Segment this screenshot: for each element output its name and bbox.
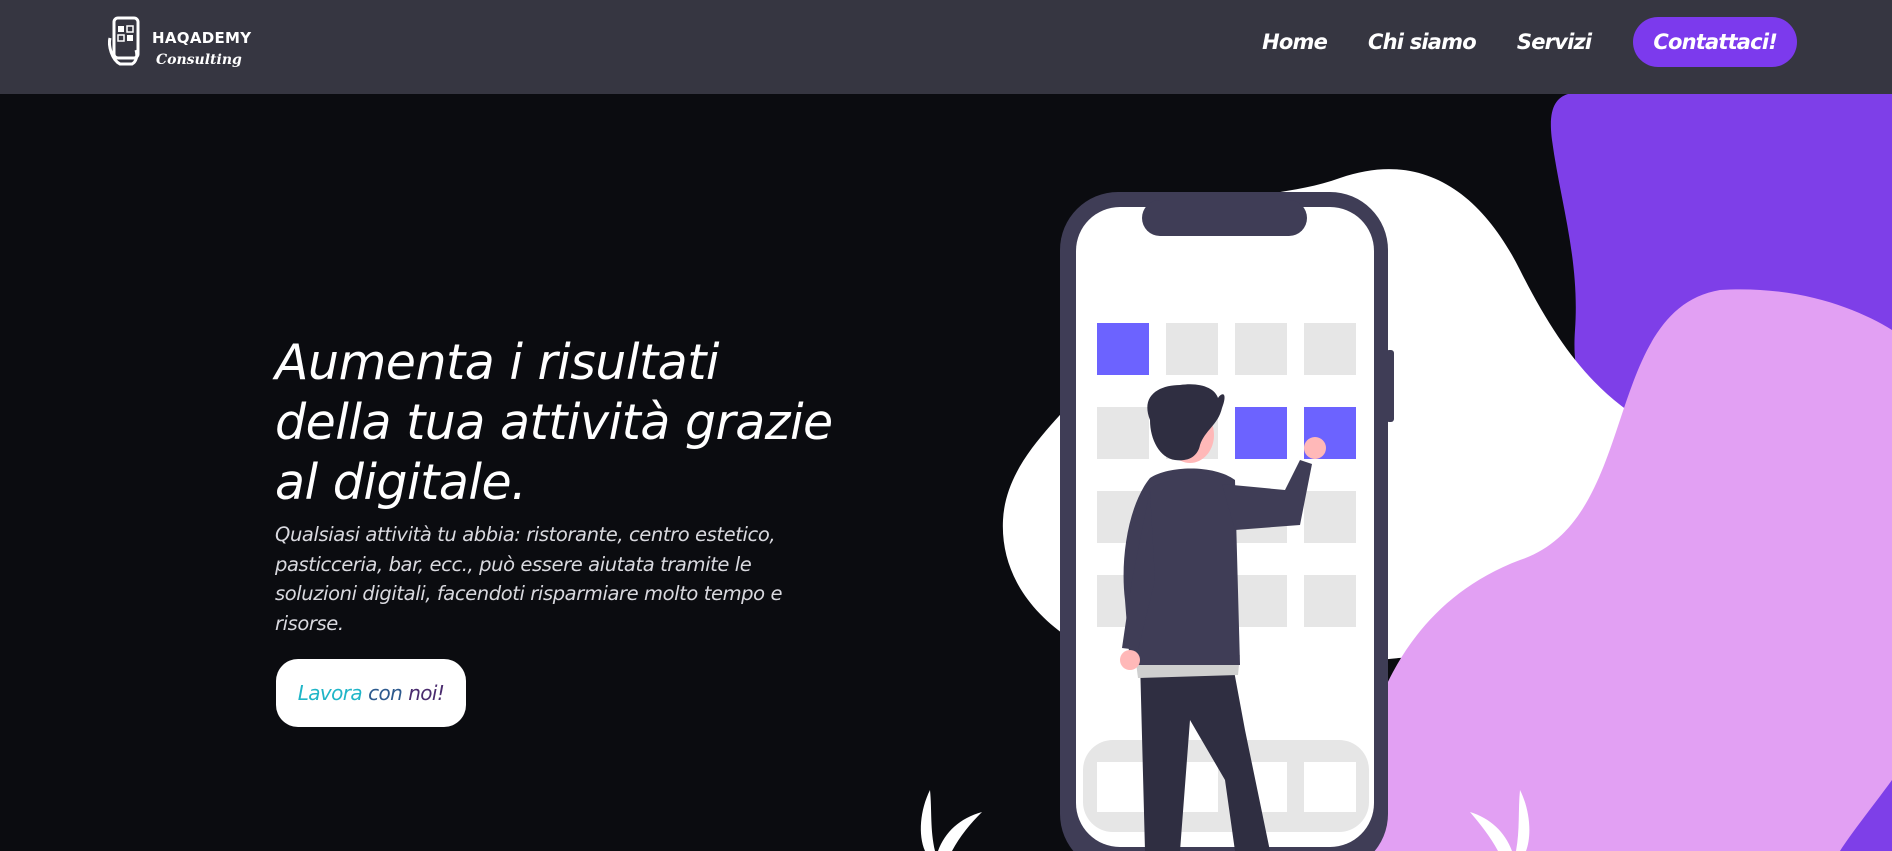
app-tile — [1304, 491, 1356, 543]
person-hand-left — [1120, 650, 1140, 670]
app-tile — [1235, 323, 1287, 375]
nav-link-home[interactable]: Home — [1262, 30, 1328, 54]
person-tapping-phone-illustration — [920, 94, 1892, 851]
app-tile — [1304, 575, 1356, 627]
landing-page: HAQADEMY Consulting Home Chi siamo Servi… — [0, 0, 1892, 851]
plant-leaf — [920, 790, 935, 851]
app-tile — [1235, 407, 1287, 459]
top-navbar: HAQADEMY Consulting Home Chi siamo Servi… — [0, 0, 1892, 94]
app-tile — [1304, 323, 1356, 375]
phone-side-button — [1386, 350, 1394, 422]
app-tile — [1235, 575, 1287, 627]
brand-title: HAQADEMY — [152, 29, 252, 47]
plant-leaf — [938, 812, 982, 851]
contact-button[interactable]: Contattaci! — [1633, 17, 1797, 67]
nav-link-chi-siamo[interactable]: Chi siamo — [1368, 30, 1477, 54]
main-nav: Home Chi siamo Servizi Contattaci! — [1221, 17, 1797, 67]
app-tile — [1097, 407, 1149, 459]
phone-hand-icon — [108, 16, 140, 66]
brand-subtitle: Consulting — [156, 52, 242, 68]
app-tile — [1166, 323, 1218, 375]
nav-link-servizi[interactable]: Servizi — [1517, 30, 1592, 54]
person-hand — [1304, 437, 1326, 459]
dock-tile — [1097, 762, 1149, 812]
dock-tile — [1304, 762, 1356, 812]
app-tile — [1097, 323, 1149, 375]
phone-notch — [1142, 200, 1307, 236]
brand-logo[interactable]: HAQADEMY Consulting — [108, 16, 258, 76]
